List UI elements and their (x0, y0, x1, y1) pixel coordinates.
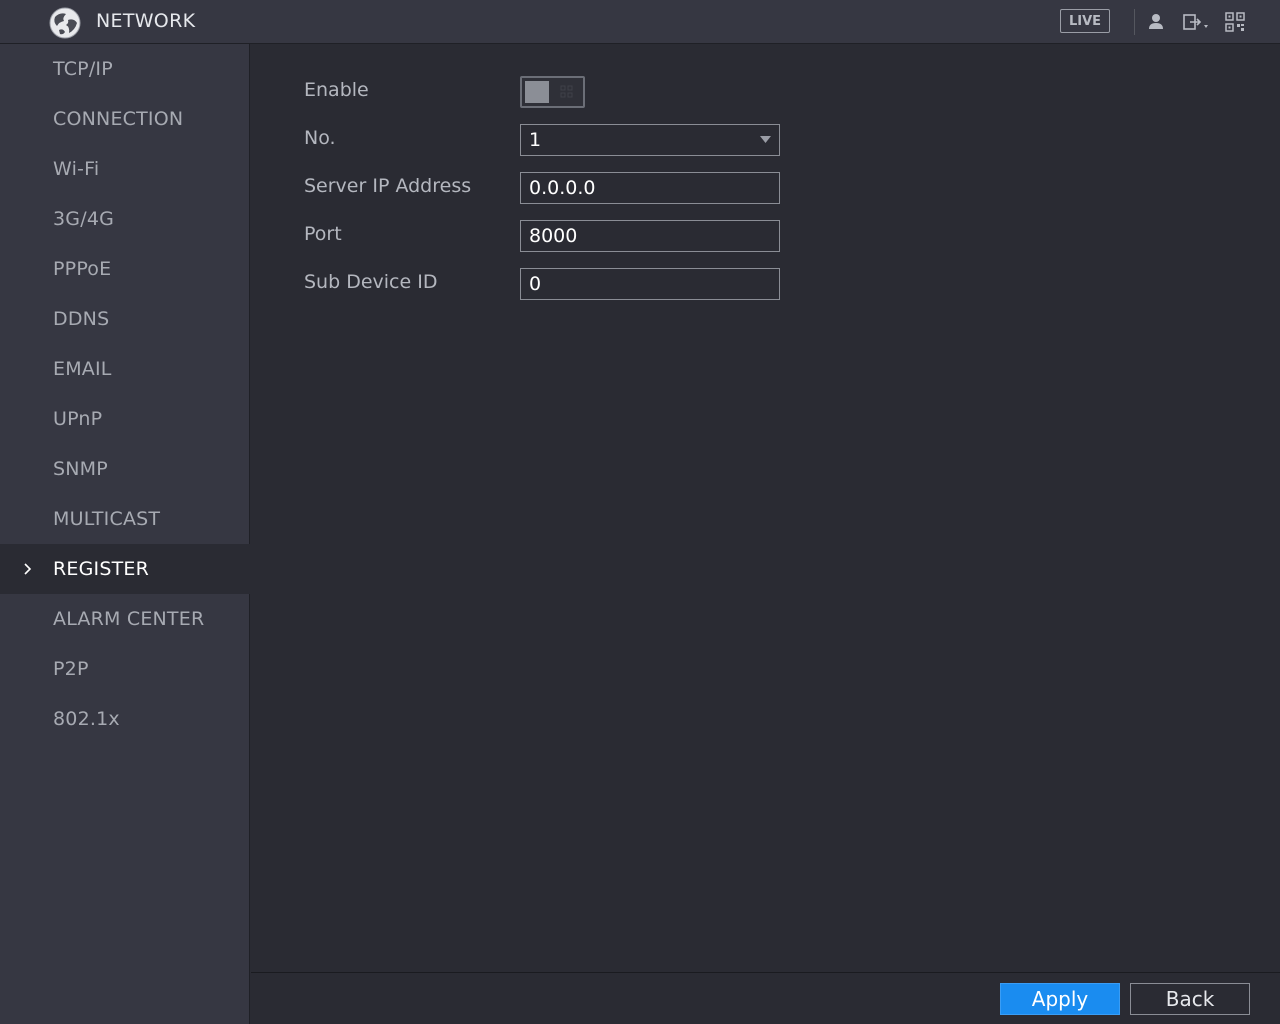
sidebar-item-label: 3G/4G (53, 208, 115, 230)
user-icon[interactable] (1146, 12, 1166, 32)
sub-device-id-value: 0 (529, 273, 542, 295)
back-button[interactable]: Back (1130, 983, 1250, 1015)
top-header: NETWORK LIVE (0, 0, 1280, 44)
page-title: NETWORK (96, 10, 196, 32)
port-value: 8000 (529, 225, 578, 247)
sidebar-item-label: REGISTER (53, 558, 150, 580)
live-button[interactable]: LIVE (1060, 9, 1110, 33)
qr-code-icon[interactable] (1225, 12, 1245, 32)
sidebar-item-label: MULTICAST (53, 508, 161, 530)
toggle-grip-icon (560, 85, 573, 98)
sidebar-item-connection[interactable]: CONNECTION (0, 94, 250, 144)
sidebar-item-email[interactable]: EMAIL (0, 344, 250, 394)
sidebar-item-label: Wi-Fi (53, 158, 100, 180)
sidebar-item-snmp[interactable]: SNMP (0, 444, 250, 494)
server-ip-value: 0.0.0.0 (529, 177, 596, 199)
server-ip-label: Server IP Address (304, 175, 472, 197)
sub-device-id-label: Sub Device ID (304, 271, 438, 293)
enable-label: Enable (304, 79, 369, 101)
sidebar-item-label: UPnP (53, 408, 103, 430)
server-ip-input[interactable]: 0.0.0.0 (520, 172, 780, 204)
sidebar-item-label: EMAIL (53, 358, 112, 380)
number-select-value: 1 (529, 129, 542, 151)
header-divider (1134, 9, 1135, 35)
port-label: Port (304, 223, 342, 245)
port-input[interactable]: 8000 (520, 220, 780, 252)
sidebar-item-label: DDNS (53, 308, 110, 330)
apply-button[interactable]: Apply (1000, 983, 1120, 1015)
globe-logo-icon (49, 7, 81, 39)
enable-toggle[interactable] (520, 76, 585, 108)
sidebar-item-multicast[interactable]: MULTICAST (0, 494, 250, 544)
sidebar-item-3g-4g[interactable]: 3G/4G (0, 194, 250, 244)
sidebar-item-label: PPPoE (53, 258, 112, 280)
network-sidebar: TCP/IP CONNECTION Wi-Fi 3G/4G PPPoE DDNS… (0, 44, 250, 1024)
sidebar-item-upnp[interactable]: UPnP (0, 394, 250, 444)
chevron-down-icon (760, 136, 771, 143)
sub-device-id-input[interactable]: 0 (520, 268, 780, 300)
sidebar-item-label: TCP/IP (53, 58, 113, 80)
sidebar-item-register[interactable]: REGISTER (0, 544, 250, 594)
sidebar-item-label: 802.1x (53, 708, 120, 730)
toggle-knob (525, 81, 549, 103)
logout-icon[interactable] (1182, 12, 1214, 32)
sidebar-item-wifi[interactable]: Wi-Fi (0, 144, 250, 194)
sidebar-item-alarm-center[interactable]: ALARM CENTER (0, 594, 250, 644)
sidebar-item-p2p[interactable]: P2P (0, 644, 250, 694)
number-label: No. (304, 127, 336, 149)
sidebar-item-pppoe[interactable]: PPPoE (0, 244, 250, 294)
footer-divider (251, 972, 1280, 973)
chevron-right-icon (24, 563, 32, 575)
sidebar-item-label: CONNECTION (53, 108, 184, 130)
sidebar-item-label: ALARM CENTER (53, 608, 205, 630)
sidebar-item-tcp-ip[interactable]: TCP/IP (0, 44, 250, 94)
sidebar-item-label: P2P (53, 658, 89, 680)
sidebar-item-ddns[interactable]: DDNS (0, 294, 250, 344)
sidebar-item-label: SNMP (53, 458, 108, 480)
number-select[interactable]: 1 (520, 124, 780, 156)
sidebar-item-802-1x[interactable]: 802.1x (0, 694, 250, 744)
